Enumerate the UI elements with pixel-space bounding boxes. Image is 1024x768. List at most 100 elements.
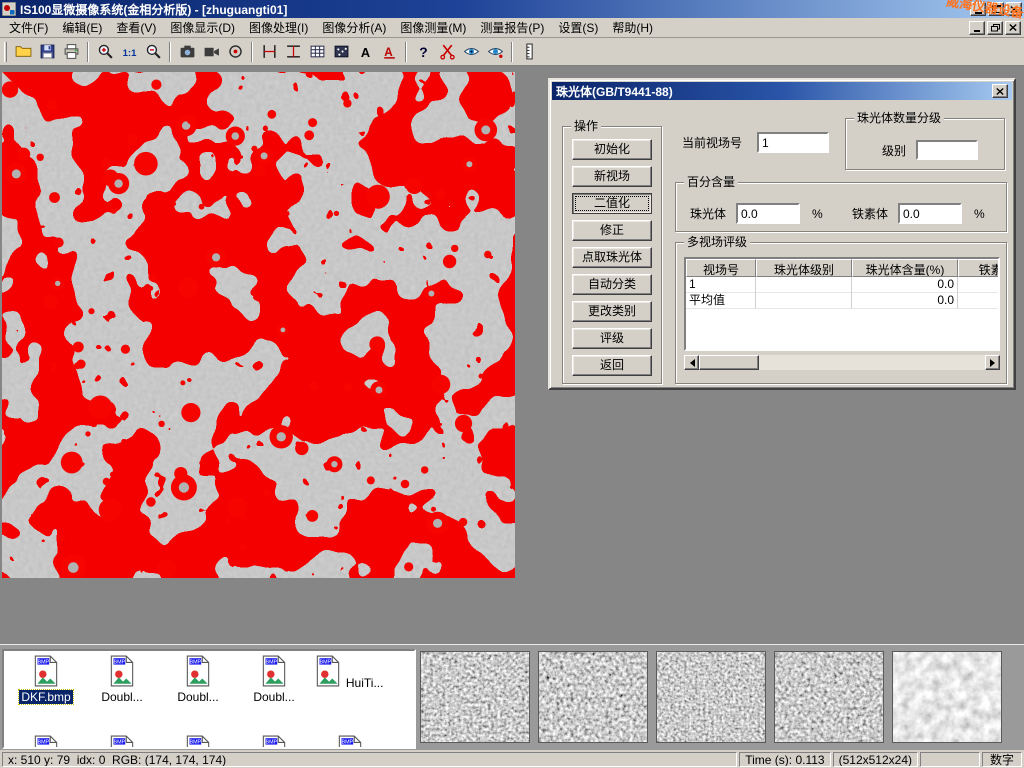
image-thumbnail[interactable] <box>656 651 766 743</box>
zoom-out-button[interactable] <box>141 40 165 63</box>
menu-image-process[interactable]: 图像处理(I) <box>242 17 315 38</box>
text-button[interactable]: A <box>353 40 377 63</box>
measure-height-button[interactable] <box>281 40 305 63</box>
menu-image-measure[interactable]: 图像测量(M) <box>393 17 473 38</box>
help-button[interactable]: ? <box>411 40 435 63</box>
actual-size-button[interactable]: 1:1 <box>117 40 141 63</box>
file-item[interactable]: BMP Doubl... <box>162 655 234 704</box>
cut-button[interactable] <box>435 40 459 63</box>
current-field-input[interactable] <box>757 132 829 153</box>
file-item[interactable]: BMP Doubl... <box>86 655 158 704</box>
save-button[interactable] <box>35 40 59 63</box>
svg-text:BMP: BMP <box>38 660 50 666</box>
dialog-titlebar[interactable]: 珠光体(GB/T9441-88) <box>552 82 1012 100</box>
ruler-button[interactable] <box>517 40 541 63</box>
pick-pearlite-button[interactable]: 点取珠光体 <box>572 247 652 268</box>
video-camera-icon <box>203 43 220 60</box>
svg-text:BMP: BMP <box>190 660 202 666</box>
pearlite-unit-label: % <box>812 207 823 221</box>
col-pearlite-grade[interactable]: 珠光体级别 <box>756 259 852 277</box>
pearlite-percent-input[interactable] <box>736 203 800 224</box>
file-name: Doubl... <box>175 690 220 704</box>
auto-classify-button[interactable]: 自动分类 <box>572 274 652 295</box>
save-icon <box>39 43 56 60</box>
dialog-title: 珠光体(GB/T9441-88) <box>556 83 673 100</box>
correct-button[interactable]: 修正 <box>572 220 652 241</box>
menu-image-analyze[interactable]: 图像分析(A) <box>315 17 393 38</box>
target-button[interactable] <box>223 40 247 63</box>
status-spare <box>920 752 980 767</box>
scroll-right-button[interactable] <box>985 355 1000 370</box>
col-field-number[interactable]: 视场号 <box>686 259 756 277</box>
menu-help[interactable]: 帮助(H) <box>605 17 660 38</box>
grid-icon <box>309 43 326 60</box>
menubar: 文件(F) 编辑(E) 查看(V) 图像显示(D) 图像处理(I) 图像分析(A… <box>0 18 1024 38</box>
open-folder-icon <box>15 43 32 60</box>
toolbar-grip[interactable] <box>4 42 7 62</box>
camera-capture-button[interactable] <box>175 40 199 63</box>
file-name: HuiTi... <box>344 676 386 690</box>
file-item-partial[interactable]: BMP <box>238 735 310 749</box>
titlebar: IS100显微摄像系统(金相分析版) - [zhuguangti01] <box>0 0 1024 18</box>
ferrite-percent-input[interactable] <box>898 203 962 224</box>
grid-button[interactable] <box>305 40 329 63</box>
count-button[interactable] <box>329 40 353 63</box>
menu-report[interactable]: 测量报告(P) <box>473 17 551 38</box>
zoom-in-button[interactable] <box>93 40 117 63</box>
font-button[interactable]: A <box>377 40 401 63</box>
menu-edit[interactable]: 编辑(E) <box>55 17 109 38</box>
mdi-restore-button[interactable] <box>987 21 1003 35</box>
svg-text:1:1: 1:1 <box>122 48 136 59</box>
ferrite-label: 铁素体 <box>852 207 888 221</box>
video-button[interactable] <box>199 40 223 63</box>
metallograph-image[interactable] <box>2 72 515 578</box>
menu-settings[interactable]: 设置(S) <box>551 17 605 38</box>
image-thumbnail[interactable] <box>420 651 530 743</box>
binarize-button[interactable]: 二值化 <box>572 193 652 214</box>
col-pearlite-content[interactable]: 珠光体含量(%) <box>852 259 958 277</box>
scrollbar-track[interactable] <box>759 355 985 370</box>
table-horizontal-scrollbar[interactable] <box>684 355 1000 370</box>
file-item-partial[interactable]: BMP <box>10 735 82 749</box>
file-item[interactable]: BMP DKF.bmp <box>10 655 82 704</box>
init-button[interactable]: 初始化 <box>572 139 652 160</box>
preview-button[interactable] <box>459 40 483 63</box>
scroll-left-button[interactable] <box>684 355 699 370</box>
dialog-close-button[interactable] <box>992 84 1008 98</box>
current-field-label: 当前视场号 <box>682 136 742 150</box>
file-item-partial[interactable]: BMP <box>86 735 158 749</box>
file-item[interactable]: BMP HuiTi... <box>314 655 386 690</box>
menu-file[interactable]: 文件(F) <box>2 17 55 38</box>
file-item-partial[interactable]: BMP <box>314 735 386 749</box>
return-button[interactable]: 返回 <box>572 355 652 376</box>
file-item[interactable]: BMP Doubl... <box>238 655 310 704</box>
file-item-partial[interactable]: BMP <box>162 735 234 749</box>
measure-width-button[interactable] <box>257 40 281 63</box>
rate-button[interactable]: 评级 <box>572 328 652 349</box>
table-row[interactable]: 1 0.0 <box>686 277 998 293</box>
menu-view[interactable]: 查看(V) <box>109 17 163 38</box>
mdi-minimize-button[interactable] <box>969 21 985 35</box>
image-thumbnail[interactable] <box>892 651 1002 743</box>
mdi-close-button[interactable] <box>1005 21 1021 35</box>
image-thumbnail[interactable] <box>774 651 884 743</box>
multifield-table[interactable]: 视场号 珠光体级别 珠光体含量(%) 铁素体含量(%) 1 0.0 平均值 <box>684 257 1000 351</box>
change-class-button[interactable]: 更改类别 <box>572 301 652 322</box>
file-list[interactable]: BMP DKF.bmp BMP Doubl... BMP <box>2 649 416 749</box>
restore-icon <box>991 24 1000 32</box>
percent-group-label: 百分含量 <box>684 176 738 189</box>
open-button[interactable] <box>11 40 35 63</box>
cell-field: 平均值 <box>686 293 756 309</box>
compare-button[interactable] <box>483 40 507 63</box>
print-button[interactable] <box>59 40 83 63</box>
level-input[interactable] <box>916 140 978 160</box>
col-ferrite-content[interactable]: 铁素体含量(%) <box>958 259 1000 277</box>
scrollbar-thumb[interactable] <box>699 355 759 370</box>
table-row[interactable]: 平均值 0.0 <box>686 293 998 309</box>
cell-pearlite: 0.0 <box>852 293 958 309</box>
new-field-button[interactable]: 新视场 <box>572 166 652 187</box>
file-browser-panel: BMP DKF.bmp BMP Doubl... BMP <box>0 644 1024 750</box>
image-thumbnail[interactable] <box>538 651 648 743</box>
font-icon: A <box>381 43 398 60</box>
menu-image-display[interactable]: 图像显示(D) <box>163 17 242 38</box>
